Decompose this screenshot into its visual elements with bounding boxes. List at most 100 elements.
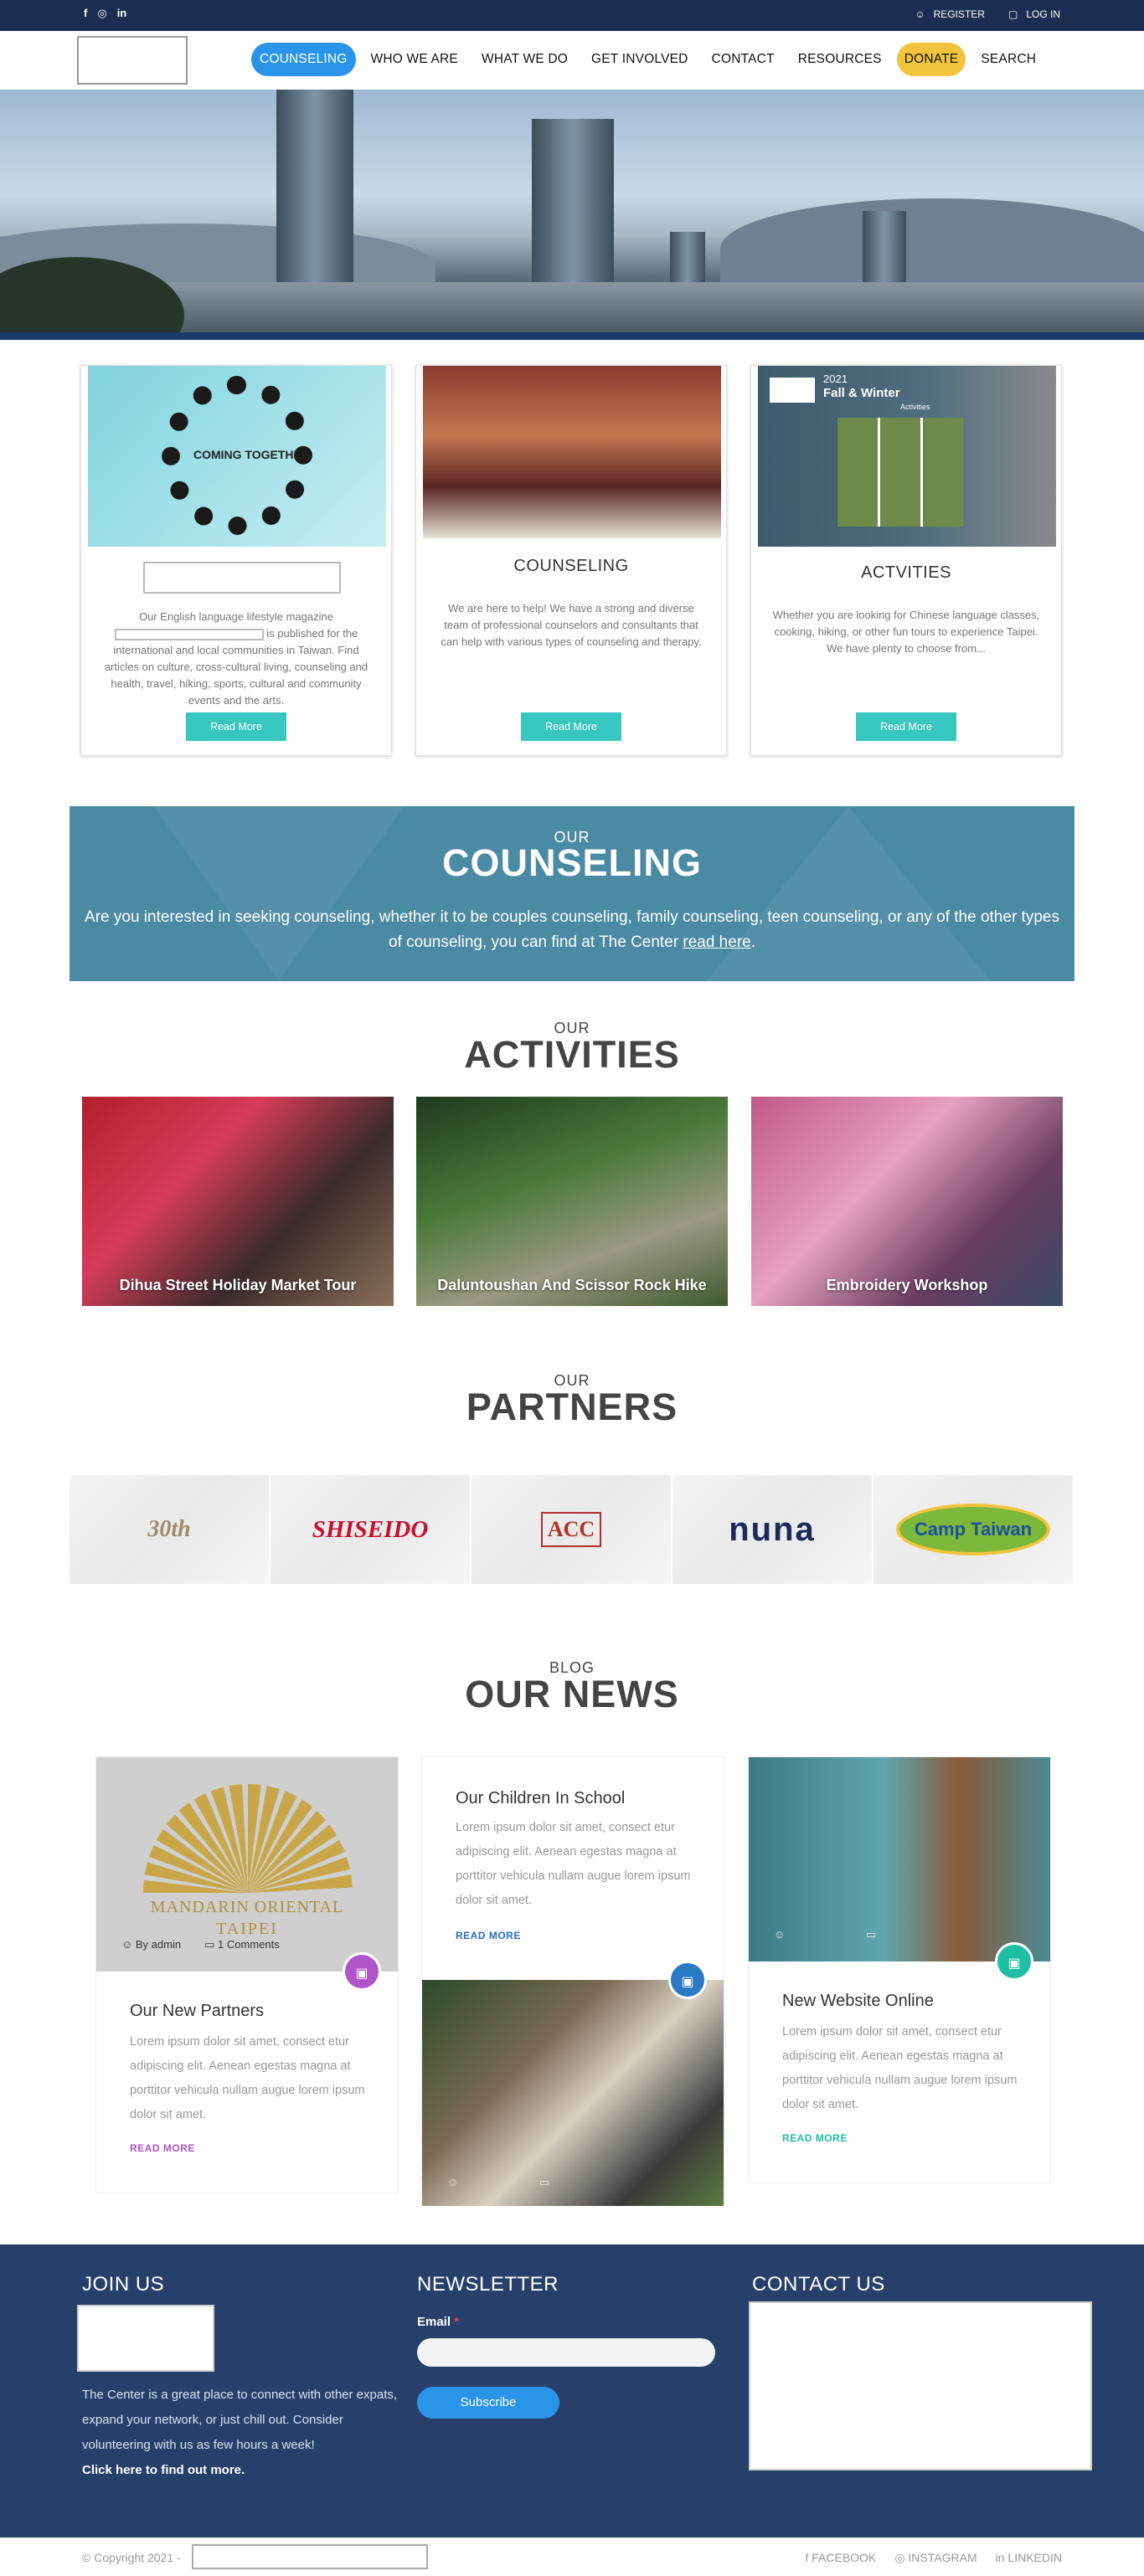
partner-logo-shiseido[interactable]: SHISEIDO (271, 1475, 472, 1584)
activity-tile-embroidery[interactable]: Embroidery Workshop (751, 1097, 1063, 1306)
feature-card-activities: 2021 Fall & Winter Activities ACTVITIES … (750, 365, 1062, 756)
counseling-section-title: COUNSELING (441, 841, 702, 884)
user-icon: ☺ (915, 8, 925, 20)
post-title[interactable]: New Website Online (782, 1992, 934, 2011)
subscribe-button[interactable]: Subscribe (417, 2387, 559, 2419)
activities-read-more-button[interactable]: Read More (856, 712, 956, 741)
nav-get-involved[interactable]: GET INVOLVED (583, 43, 697, 76)
news-card-new-partners: MANDARIN ORIENTAL TAIPEI ☺ By admin ▭ 1 … (95, 1756, 399, 2193)
email-label: Email * (417, 2315, 459, 2329)
feature-card-counseling: COUNSELING We are here to help! We have … (415, 365, 727, 756)
newsletter-email-input[interactable] (417, 2338, 715, 2367)
instagram-icon[interactable]: ◎ (97, 7, 106, 20)
nuna-logo-text: nuna (729, 1510, 816, 1548)
email-label-text: Email (417, 2315, 451, 2329)
login-link[interactable]: ▢ LOG IN (1008, 8, 1060, 20)
post-comments[interactable]: ▭ 1 Comments (204, 1938, 280, 1951)
children-school-image: ☺ ▭ (422, 1980, 724, 2206)
magazine-desc-a: Our English language lifestyle magazine (139, 610, 333, 623)
read-more-link[interactable]: READ MORE (782, 2132, 848, 2144)
counseling-card-description: We are here to help! We have a strong an… (441, 602, 702, 648)
image-format-icon: ▣ (343, 1952, 381, 1991)
nav-donate-button[interactable]: DONATE (896, 43, 966, 76)
post-excerpt: Lorem ipsum dolor sit amet, consect etur… (456, 1821, 691, 1907)
bottom-social-links: f FACEBOOK ◎ INSTAGRAM in LINKEDIN (806, 2551, 1063, 2565)
shiseido-logo-text: SHISEIDO (312, 1515, 429, 1543)
facebook-label: FACEBOOK (812, 2551, 877, 2564)
nav-resources[interactable]: RESOURCES (790, 43, 890, 76)
camp-taiwan-logo-text: Camp Taiwan (895, 1504, 1051, 1555)
news-section-title: OUR NEWS (465, 1673, 679, 1715)
linkedin-icon[interactable]: in (117, 7, 127, 20)
login-label: LOG IN (1026, 8, 1060, 20)
required-marker: * (454, 2315, 460, 2329)
new-website-image: ☺ ▭ (749, 1757, 1050, 1962)
flyer-logo-placeholder (770, 378, 815, 403)
read-more-link[interactable]: READ MORE (456, 1930, 521, 1941)
find-out-more-link[interactable]: Click here to find out more. (82, 2463, 245, 2477)
counseling-read-more-button[interactable]: Read More (521, 712, 621, 741)
feature-card-magazine: COMING TOGETHER Our English language lif… (80, 365, 392, 756)
nav-menu: COUNSELING WHO WE ARE WHAT WE DO GET INV… (251, 43, 1044, 76)
nav-search[interactable]: SEARCH (972, 43, 1044, 76)
join-us-body: The Center is a great place to connect w… (82, 2388, 398, 2452)
copyright-text: © Copyright 2021 - (82, 2551, 181, 2564)
nav-who-we-are[interactable]: WHO WE ARE (363, 43, 466, 76)
flyer-photo-grid (837, 418, 963, 527)
counseling-banner-text: Are you interested in seeking counseling… (82, 905, 1062, 955)
contact-us-heading: CONTACT US (752, 2273, 885, 2296)
image-format-icon: ▣ (995, 1942, 1033, 1981)
counseling-banner: OUR COUNSELING Are you interested in see… (70, 806, 1074, 981)
footer-facebook-link[interactable]: f FACEBOOK (806, 2551, 877, 2565)
comment-icon: ▭ (866, 1928, 877, 1941)
flyer-subtitle: Activities (900, 403, 930, 411)
comments-label: 1 Comments (218, 1938, 280, 1951)
magazine-read-more-button[interactable]: Read More (186, 712, 286, 741)
nav-counseling[interactable]: COUNSELING (251, 43, 356, 76)
post-author: ☺ By admin (121, 1938, 182, 1951)
copyright-name-placeholder (192, 2544, 428, 2569)
nav-what-we-do[interactable]: WHAT WE DO (473, 43, 576, 76)
activity-tile-hike[interactable]: Daluntoushan And Scissor Rock Hike (416, 1097, 728, 1306)
user-icon: ☺ (447, 2176, 459, 2188)
activities-section-title: ACTIVITIES (464, 1033, 680, 1076)
image-format-icon: ▣ (668, 1961, 707, 1999)
news-card-new-website: ☺ ▭ ▣ New Website Online Lorem ipsum dol… (748, 1756, 1051, 2183)
partners-section-title: PARTNERS (466, 1386, 678, 1428)
read-more-link[interactable]: READ MORE (130, 2142, 195, 2154)
american-club-logo-text: ACC (540, 1512, 602, 1547)
activity-title: Dihua Street Holiday Market Tour (119, 1277, 357, 1293)
comment-icon: ▭ (539, 2176, 550, 2188)
partner-logo-nuna[interactable]: nuna (672, 1475, 873, 1584)
author-label: By admin (135, 1938, 182, 1951)
hero-bottom-band (0, 332, 1144, 340)
mandarin-oriental-wordmark: MANDARIN ORIENTAL (150, 1898, 344, 1916)
register-link[interactable]: ☺ REGISTER (915, 8, 985, 20)
newsletter-heading: NEWSLETTER (417, 2273, 559, 2296)
partner-logo-sherwood[interactable]: 30th (70, 1475, 271, 1584)
counseling-read-here-link[interactable]: read here (683, 933, 750, 951)
footer-instagram-link[interactable]: ◎ INSTAGRAM (894, 2551, 977, 2565)
top-bar: f ◎ in ☺ REGISTER ▢ LOG IN (0, 0, 1144, 31)
join-us-text: The Center is a great place to connect w… (82, 2383, 400, 2483)
instagram-label: INSTAGRAM (908, 2551, 977, 2564)
post-meta: ☺ By admin ▭ 1 Comments (121, 1938, 280, 1951)
magazine-cover-image: COMING TOGETHER (88, 366, 386, 547)
facebook-icon[interactable]: f (84, 7, 87, 20)
activity-tile-dihua[interactable]: Dihua Street Holiday Market Tour (82, 1097, 394, 1306)
nav-contact[interactable]: CONTACT (703, 43, 783, 76)
magazine-cover-title: COMING TOGETHER (193, 448, 310, 461)
linkedin-label: LINKEDIN (1007, 2551, 1062, 2564)
post-title[interactable]: Our New Partners (130, 2002, 264, 2021)
register-label: REGISTER (933, 8, 985, 20)
contact-map-placeholder (749, 2301, 1092, 2471)
flyer-year: 2021 (823, 373, 848, 385)
activity-title: Embroidery Workshop (826, 1277, 988, 1293)
site-logo[interactable] (77, 36, 188, 85)
activities-flyer-image: 2021 Fall & Winter Activities (758, 366, 1056, 547)
news-card-children-school: Our Children In School Lorem ipsum dolor… (421, 1756, 724, 2206)
partner-logo-camp-taiwan[interactable]: Camp Taiwan (873, 1475, 1074, 1584)
post-title[interactable]: Our Children In School (456, 1789, 625, 1808)
footer-linkedin-link[interactable]: in LINKEDIN (996, 2551, 1062, 2565)
partner-logo-american-club[interactable]: ACC (472, 1475, 672, 1584)
